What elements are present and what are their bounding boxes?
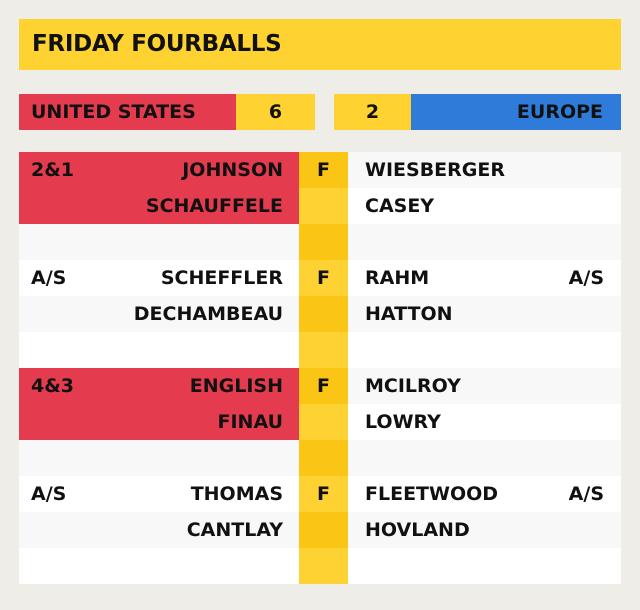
europe-pair-cell: LOWRY	[348, 404, 621, 440]
match-status-cell	[299, 440, 348, 476]
usa-match-result: A/S	[31, 483, 67, 505]
match-status-cell: F	[299, 260, 348, 296]
usa-pair-cell: DECHAMBEAU	[19, 296, 299, 332]
match-status: F	[317, 375, 330, 397]
europe-pair-cell: HOVLAND	[348, 512, 621, 548]
match-status-cell	[299, 224, 348, 260]
usa-pair-cell	[19, 224, 299, 260]
europe-player-name: WIESBERGER	[365, 159, 505, 181]
europe-pair-cell: MCILROY	[348, 368, 621, 404]
match-status-cell: F	[299, 476, 348, 512]
europe-player-name: FLEETWOOD	[365, 483, 499, 505]
match-row: 2&1 JOHNSON F WIESBERGER	[19, 152, 621, 188]
match-spacer-row	[19, 548, 621, 584]
match-status-cell: F	[299, 368, 348, 404]
usa-pair-cell: A/S SCHEFFLER	[19, 260, 299, 296]
usa-pair-cell: 2&1 JOHNSON	[19, 152, 299, 188]
match-spacer-row	[19, 332, 621, 368]
usa-player-name: DECHAMBEAU	[133, 303, 283, 325]
usa-pair-cell: FINAU	[19, 404, 299, 440]
usa-pair-cell: CANTLAY	[19, 512, 299, 548]
match-status-cell	[299, 188, 348, 224]
usa-player-name: THOMAS	[190, 483, 283, 505]
usa-pair-cell: A/S THOMAS	[19, 476, 299, 512]
matches-table: 2&1 JOHNSON F WIESBERGER SCHAUFFELE CASEY A/S S…	[19, 152, 621, 584]
match-status-cell	[299, 332, 348, 368]
usa-pair-cell: SCHAUFFELE	[19, 188, 299, 224]
match-status: F	[317, 159, 330, 181]
europe-pair-cell: A/S RAHM	[348, 260, 621, 296]
usa-player-name: SCHEFFLER	[160, 267, 283, 289]
match-status-cell	[299, 404, 348, 440]
team-europe-score: 2	[334, 94, 411, 130]
europe-player-name: HATTON	[365, 303, 453, 325]
match-status-cell	[299, 512, 348, 548]
europe-player-name: CASEY	[365, 195, 435, 217]
match-spacer-row	[19, 440, 621, 476]
match-status: F	[317, 483, 330, 505]
match-status-cell	[299, 548, 348, 584]
usa-pair-cell	[19, 332, 299, 368]
usa-player-name: SCHAUFFELE	[145, 195, 283, 217]
europe-player-name: RAHM	[365, 267, 430, 289]
team-usa-label: UNITED STATES	[19, 94, 236, 130]
usa-player-name: CANTLAY	[186, 519, 283, 541]
europe-pair-cell	[348, 440, 621, 476]
europe-player-name: LOWRY	[365, 411, 441, 433]
usa-pair-cell	[19, 548, 299, 584]
usa-match-result: 2&1	[31, 159, 75, 181]
europe-pair-cell: CASEY	[348, 188, 621, 224]
usa-match-result: A/S	[31, 267, 67, 289]
usa-pair-cell	[19, 440, 299, 476]
match-row: FINAU LOWRY	[19, 404, 621, 440]
usa-pair-cell: 4&3 ENGLISH	[19, 368, 299, 404]
europe-pair-cell	[348, 548, 621, 584]
match-row: SCHAUFFELE CASEY	[19, 188, 621, 224]
match-row: CANTLAY HOVLAND	[19, 512, 621, 548]
match-row: 4&3 ENGLISH F MCILROY	[19, 368, 621, 404]
team-europe-label: EUROPE	[411, 94, 621, 130]
match-spacer-row	[19, 224, 621, 260]
europe-player-name: MCILROY	[365, 375, 461, 397]
europe-pair-cell: HATTON	[348, 296, 621, 332]
match-row: A/S THOMAS F A/S FLEETWOOD	[19, 476, 621, 512]
match-status: F	[317, 267, 330, 289]
europe-pair-cell: A/S FLEETWOOD	[348, 476, 621, 512]
page-title: FRIDAY FOURBALLS	[19, 19, 621, 70]
europe-match-result: A/S	[568, 267, 604, 289]
europe-pair-cell	[348, 332, 621, 368]
team-usa-score: 6	[236, 94, 315, 130]
europe-player-name: HOVLAND	[365, 519, 470, 541]
match-status-cell	[299, 296, 348, 332]
europe-match-result: A/S	[568, 483, 604, 505]
europe-pair-cell	[348, 224, 621, 260]
match-status-cell: F	[299, 152, 348, 188]
usa-player-name: FINAU	[217, 411, 284, 433]
europe-pair-cell: WIESBERGER	[348, 152, 621, 188]
usa-match-result: 4&3	[31, 375, 75, 397]
usa-player-name: JOHNSON	[182, 159, 283, 181]
match-row: DECHAMBEAU HATTON	[19, 296, 621, 332]
usa-player-name: ENGLISH	[189, 375, 283, 397]
match-row: A/S SCHEFFLER F A/S RAHM	[19, 260, 621, 296]
